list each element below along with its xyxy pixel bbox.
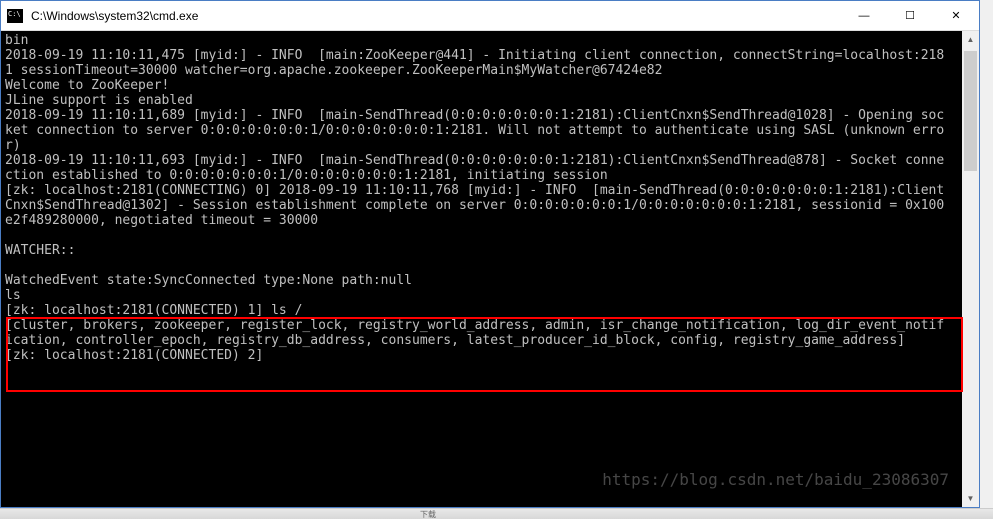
minimize-button[interactable]: — xyxy=(841,1,887,30)
console-line: ket connection to server 0:0:0:0:0:0:0:1… xyxy=(5,123,944,138)
window-controls: — ☐ ✕ xyxy=(841,1,979,30)
console-line: WatchedEvent state:SyncConnected type:No… xyxy=(5,273,412,288)
window-title: C:\Windows\system32\cmd.exe xyxy=(29,9,841,23)
scroll-up-arrow-icon[interactable]: ▲ xyxy=(962,31,979,48)
taskbar-fragment: 下载 xyxy=(0,508,993,519)
console-line: [zk: localhost:2181(CONNECTING) 0] 2018-… xyxy=(5,183,944,198)
console-line: 2018-09-19 11:10:11,475 [myid:] - INFO [… xyxy=(5,48,944,63)
console-line: ication, controller_epoch, registry_db_a… xyxy=(5,333,905,348)
scroll-thumb[interactable] xyxy=(964,51,977,171)
console-line: 2018-09-19 11:10:11,689 [myid:] - INFO [… xyxy=(5,108,944,123)
console-line: [cluster, brokers, zookeeper, register_l… xyxy=(5,318,944,333)
maximize-button[interactable]: ☐ xyxy=(887,1,933,30)
console-line: 2018-09-19 11:10:11,693 [myid:] - INFO [… xyxy=(5,153,944,168)
titlebar[interactable]: C:\Windows\system32\cmd.exe — ☐ ✕ xyxy=(1,1,979,31)
cmd-icon xyxy=(7,9,23,23)
console-line: JLine support is enabled xyxy=(5,93,193,108)
console-line: [zk: localhost:2181(CONNECTED) 2] xyxy=(5,348,263,363)
console-line: Welcome to ZooKeeper! xyxy=(5,78,169,93)
console-line: Cnxn$SendThread@1302] - Session establis… xyxy=(5,198,944,213)
console-line: 1 sessionTimeout=30000 watcher=org.apach… xyxy=(5,63,662,78)
console-line: r) xyxy=(5,138,21,153)
console-line: bin xyxy=(5,33,28,48)
console-line: e2f489280000, negotiated timeout = 30000 xyxy=(5,213,318,228)
taskbar-label: 下载 xyxy=(420,510,436,519)
cmd-window: C:\Windows\system32\cmd.exe — ☐ ✕ bin 20… xyxy=(0,0,980,508)
close-button[interactable]: ✕ xyxy=(933,1,979,30)
vertical-scrollbar[interactable]: ▲ ▼ xyxy=(962,31,979,507)
console-output[interactable]: bin 2018-09-19 11:10:11,475 [myid:] - IN… xyxy=(1,31,979,507)
console-line: WATCHER:: xyxy=(5,243,75,258)
console-line: [zk: localhost:2181(CONNECTED) 1] ls / xyxy=(5,303,302,318)
scroll-down-arrow-icon[interactable]: ▼ xyxy=(962,490,979,507)
console-line: ls xyxy=(5,288,21,303)
console-line: ction established to 0:0:0:0:0:0:0:1/0:0… xyxy=(5,168,608,183)
